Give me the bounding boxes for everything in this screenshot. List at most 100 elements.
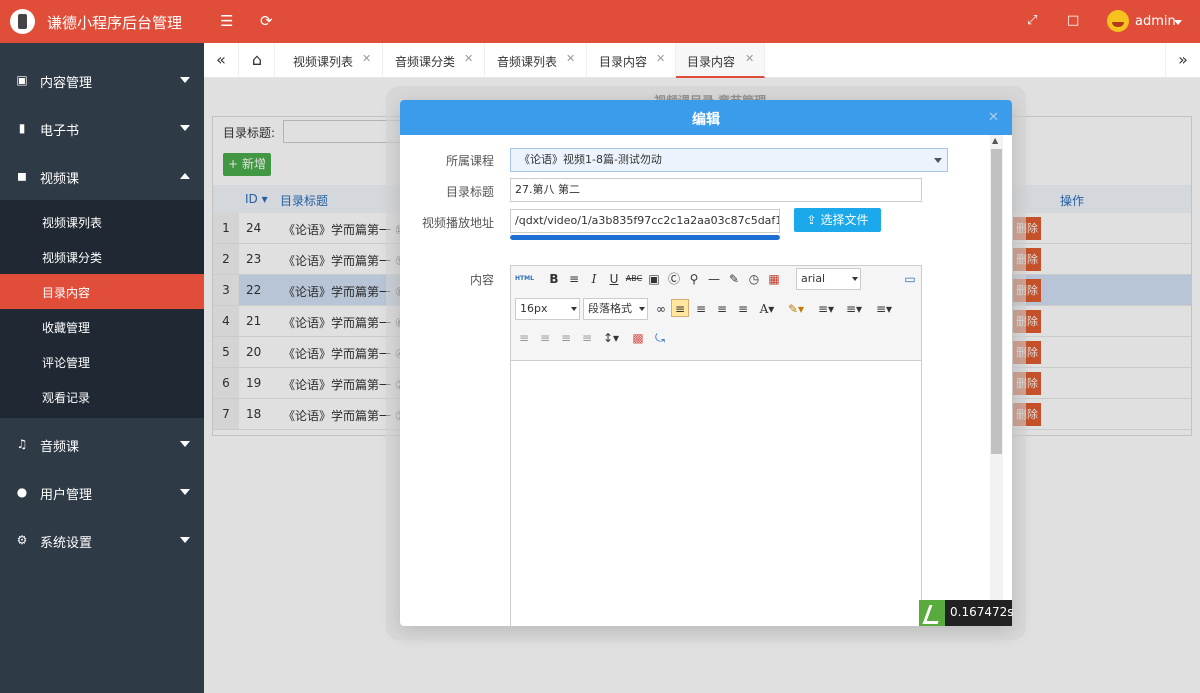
align-right-icon[interactable]: ≡	[713, 300, 731, 318]
close-icon[interactable]: ✕	[362, 52, 371, 65]
chevron-up-icon	[180, 173, 190, 179]
attachment-icon[interactable]: ⤿	[651, 329, 669, 347]
sub-item-label: 视频课分类	[42, 251, 103, 265]
line-height-icon[interactable]: ↕▾	[602, 329, 620, 347]
row-spacing-top-icon[interactable]: ≡	[515, 329, 533, 347]
tab-audio-list[interactable]: 音频课列表 ✕	[486, 43, 587, 78]
video-url-label: 视频播放地址	[421, 216, 494, 230]
course-select[interactable]: 《论语》视频1-8篇-测试勿动	[510, 148, 948, 172]
upload-progress	[510, 235, 780, 240]
sidebar-sub-video-category[interactable]: 视频课分类	[0, 239, 204, 274]
scroll-up-icon[interactable]: ▲	[992, 136, 998, 145]
sidebar-item-label: 电子书	[40, 124, 80, 139]
sidebar-sub-favorites[interactable]: 收藏管理	[0, 309, 204, 344]
sidebar-item-ebook[interactable]: ▮ 电子书	[0, 104, 204, 152]
sidebar-item-settings[interactable]: ⚙ 系统设置	[0, 516, 204, 564]
chevron-down-icon[interactable]	[1174, 20, 1182, 25]
chevron-down-icon	[180, 125, 190, 131]
paste-icon[interactable]: ▣	[645, 270, 663, 288]
close-icon[interactable]: ✕	[988, 110, 999, 125]
insert-row-icon[interactable]: ≡	[557, 329, 575, 347]
tab-label: 音频课列表	[497, 55, 558, 69]
insert-col-icon[interactable]: ≡	[578, 329, 596, 347]
indent-icon[interactable]: ≡▾	[875, 300, 893, 318]
sidebar-sub-catalog[interactable]: 目录内容	[0, 274, 204, 309]
sidebar-item-label: 视频课	[40, 172, 80, 187]
ordered-list-icon[interactable]: ≡▾	[817, 300, 835, 318]
tab-catalog-1[interactable]: 目录内容 ✕	[588, 43, 676, 78]
html-source-icon[interactable]: HTML	[515, 270, 534, 288]
insert-char-icon[interactable]: Ⓒ	[665, 270, 683, 288]
tabs-scroll-right-icon[interactable]: »	[1165, 43, 1200, 78]
lock-icon[interactable]: □	[1067, 12, 1079, 30]
app-logo	[10, 9, 35, 34]
row-spacing-bottom-icon[interactable]: ≡	[536, 329, 554, 347]
date-icon[interactable]: ▦	[765, 270, 783, 288]
fullscreen-editor-icon[interactable]: ▭	[901, 270, 919, 288]
sidebar-item-content[interactable]: ▣ 内容管理	[0, 56, 204, 104]
underline-icon[interactable]: U	[605, 270, 623, 288]
video-url-input[interactable]: /qdxt/video/1/a3b835f97cc2c1a2aa03c87c5d…	[510, 209, 780, 233]
dialog-scrollbar[interactable]: ▲	[990, 135, 1003, 626]
chevron-down-icon	[571, 307, 577, 311]
link-icon[interactable]: ∞	[652, 300, 670, 318]
font-family-select[interactable]: arial	[796, 268, 861, 290]
users-icon: ●	[16, 485, 28, 499]
tab-video-list[interactable]: 视频课列表 ✕	[282, 43, 383, 78]
chevron-down-icon	[180, 489, 190, 495]
horizontal-rule-icon[interactable]: —	[705, 270, 723, 288]
sub-item-label: 观看记录	[42, 391, 91, 405]
time-icon[interactable]: ◷	[745, 270, 763, 288]
home-icon[interactable]: ⌂	[240, 43, 275, 78]
perf-logo-icon	[919, 600, 945, 626]
sidebar-sub-video-list[interactable]: 视频课列表	[0, 204, 204, 239]
sidebar-sub-comments[interactable]: 评论管理	[0, 344, 204, 379]
tabs-scroll-left-icon[interactable]: «	[204, 43, 239, 78]
menu-fold-icon[interactable]: ☰	[220, 12, 233, 30]
sidebar: ▣ 内容管理 ▮ 电子书 ◼ 视频课 视频课列表 视频课分类 目录内容 收藏管理…	[0, 43, 204, 693]
italic-icon[interactable]: I	[585, 270, 603, 288]
align-justify-icon[interactable]: ≡	[734, 300, 752, 318]
user-name[interactable]: admin	[1135, 14, 1176, 29]
paragraph-format-select[interactable]: 段落格式	[583, 298, 648, 320]
sidebar-item-audio[interactable]: ♫ 音频课	[0, 420, 204, 468]
title-input[interactable]: 27.第八 第二	[510, 178, 922, 202]
font-color-icon[interactable]: A▾	[758, 300, 776, 318]
avatar[interactable]	[1107, 10, 1129, 32]
fullscreen-icon[interactable]: ⤢	[1027, 12, 1037, 30]
close-icon[interactable]: ✕	[464, 52, 473, 65]
video-icon: ◼	[17, 169, 27, 183]
close-icon[interactable]: ✕	[745, 52, 754, 65]
perf-value: 0.167472s	[950, 605, 1014, 619]
rich-text-editor: HTML B ≡ I U ABC ▣ Ⓒ ⚲ — ✎ ◷ ▦ arial ▭ 1…	[510, 265, 922, 626]
font-size-select[interactable]: 16px	[515, 298, 580, 320]
highlight-icon[interactable]: ✎▾	[787, 300, 805, 318]
find-replace-icon[interactable]: ⚲	[685, 270, 703, 288]
align-left-icon[interactable]: ≡	[671, 299, 689, 317]
sidebar-item-users[interactable]: ● 用户管理	[0, 468, 204, 516]
sidebar-item-video[interactable]: ◼ 视频课	[0, 152, 204, 200]
sidebar-sub-history[interactable]: 观看记录	[0, 379, 204, 414]
tab-catalog-2[interactable]: 目录内容 ✕	[676, 43, 765, 78]
close-icon[interactable]: ✕	[566, 52, 575, 65]
sub-item-label: 目录内容	[42, 286, 91, 300]
app-title: 谦德小程序后台管理	[47, 14, 183, 32]
close-icon[interactable]: ✕	[656, 52, 665, 65]
remove-format-icon[interactable]: ≡	[565, 270, 583, 288]
tab-label: 音频课分类	[395, 55, 456, 69]
tab-label: 视频课列表	[293, 55, 354, 69]
scrollbar-thumb[interactable]	[991, 149, 1002, 454]
image-icon[interactable]: ▩	[629, 329, 647, 347]
refresh-icon[interactable]: ⟳	[260, 12, 273, 30]
music-icon: ♫	[16, 437, 28, 451]
choose-file-button[interactable]: ⇪ 选择文件	[794, 208, 881, 232]
sub-item-label: 视频课列表	[42, 216, 103, 230]
unordered-list-icon[interactable]: ≡▾	[845, 300, 863, 318]
strikethrough-icon[interactable]: ABC	[625, 270, 643, 288]
align-center-icon[interactable]: ≡	[692, 300, 710, 318]
book-icon: ▮	[18, 121, 26, 135]
eraser-icon[interactable]: ✎	[725, 270, 743, 288]
tab-audio-category[interactable]: 音频课分类 ✕	[384, 43, 485, 78]
tab-label: 目录内容	[687, 55, 736, 69]
bold-icon[interactable]: B	[545, 270, 563, 288]
